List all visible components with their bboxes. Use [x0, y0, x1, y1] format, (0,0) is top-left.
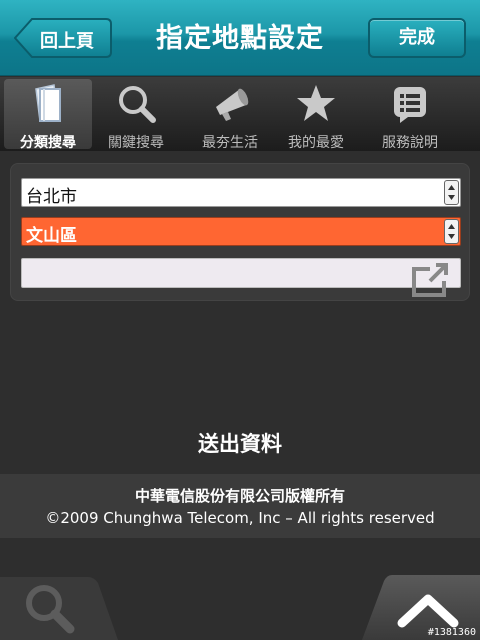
tab-label: 服務說明 [382, 135, 438, 151]
city-select[interactable]: 台北市 [21, 178, 461, 207]
city-select-value: 台北市 [26, 187, 77, 207]
bottom-search-button[interactable] [0, 575, 118, 640]
done-button[interactable]: 完成 [368, 18, 466, 58]
document-icon [394, 87, 426, 123]
tab-bar: 分類搜尋 關鍵搜尋 最夯生活 我的最愛 服務說明 [0, 77, 480, 151]
star-icon [297, 85, 335, 121]
district-select[interactable]: 文山區 [21, 217, 461, 246]
updown-arrow-icon [444, 180, 459, 205]
tab-favorites[interactable]: 我的最愛 [272, 79, 360, 151]
updown-arrow-icon [444, 219, 459, 244]
copyright-line-2: ©2009 Chunghwa Telecom, Inc – All rights… [45, 509, 435, 527]
tab-label: 關鍵搜尋 [108, 135, 164, 151]
tab-label: 分類搜尋 [20, 135, 76, 151]
done-button-label: 完成 [399, 27, 435, 48]
tab-service-info[interactable]: 服務說明 [366, 79, 454, 151]
submit-button[interactable]: 送出資料 [0, 428, 480, 458]
folder-icon [35, 84, 61, 122]
watermark: #1381360 [427, 627, 476, 638]
tab-label: 我的最愛 [288, 135, 344, 151]
tab-hot-life[interactable]: 最夯生活 [186, 79, 274, 151]
megaphone-icon [216, 88, 249, 121]
screen: 回上頁 指定地點設定 完成 分類搜尋 關鍵搜尋 最夯生活 我的最愛 服務說明 台… [0, 0, 480, 640]
tab-category-search[interactable]: 分類搜尋 [4, 79, 92, 151]
tab-keyword-search[interactable]: 關鍵搜尋 [92, 79, 180, 151]
district-select-value: 文山區 [26, 226, 77, 246]
location-form-panel: 台北市 文山區 [10, 163, 470, 301]
header-bar: 回上頁 指定地點設定 完成 [0, 0, 480, 76]
tab-label: 最夯生活 [202, 135, 258, 151]
external-open-icon[interactable] [410, 261, 450, 297]
search-icon [119, 86, 156, 123]
copyright-line-1: 中華電信股份有限公司版權所有 [134, 487, 345, 505]
road-input[interactable] [21, 258, 461, 297]
copyright-footer: 中華電信股份有限公司版權所有 ©2009 Chunghwa Telecom, I… [0, 474, 480, 538]
